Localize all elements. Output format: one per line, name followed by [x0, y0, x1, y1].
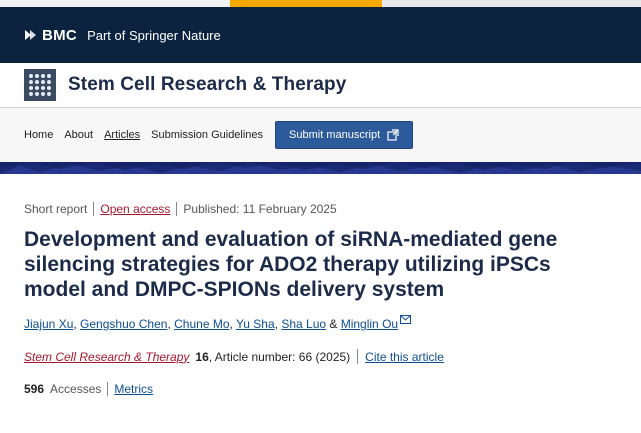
nav-articles[interactable]: Articles [104, 129, 140, 141]
citation-volume: 16 [195, 349, 209, 364]
author-link[interactable]: Chune Mo [174, 317, 229, 331]
author-link[interactable]: Yu Sha [236, 317, 275, 331]
citation-details: , Article number: 66 (2025) [208, 349, 351, 364]
bmc-text: BMC [42, 26, 78, 44]
bmc-chevron-icon [25, 30, 36, 40]
nav-home[interactable]: Home [24, 129, 53, 141]
metrics-row: 596 Accesses Metrics [24, 382, 624, 396]
article-meta: Short report Open access Published: 11 F… [24, 202, 624, 216]
article-type: Short report [24, 202, 88, 216]
author-link[interactable]: Gengshuo Chen [80, 317, 167, 331]
nav-submission-guidelines[interactable]: Submission Guidelines [151, 129, 263, 141]
top-ad-strip [0, 0, 641, 7]
springer-nature-tagline: Part of Springer Nature [87, 27, 221, 43]
banner-pattern [0, 162, 641, 174]
email-icon[interactable] [400, 315, 412, 324]
bmc-logo[interactable]: BMC [24, 27, 77, 44]
author-link[interactable]: Sha Luo [281, 317, 326, 331]
open-access-link[interactable]: Open access [100, 202, 170, 216]
metrics-link[interactable]: Metrics [114, 382, 153, 396]
journal-header: Stem Cell Research & Therapy [0, 63, 641, 108]
citation-journal-link[interactable]: Stem Cell Research & Therapy [24, 350, 189, 364]
cite-this-article-link[interactable]: Cite this article [365, 350, 444, 364]
metrics-divider [107, 382, 109, 396]
author-list: Jiajun Xu, Gengshuo Chen, Chune Mo, Yu S… [24, 315, 624, 331]
journal-nav: Home About Articles Submission Guideline… [0, 108, 641, 162]
nav-about[interactable]: About [64, 129, 93, 141]
accesses-count: 596 [24, 382, 45, 396]
journal-logo-icon[interactable] [24, 69, 56, 101]
author-separator-last: & [326, 317, 341, 331]
decorative-banner [0, 162, 641, 174]
meta-divider [176, 202, 178, 216]
article-title: Development and evaluation of siRNA-medi… [24, 228, 558, 301]
journal-title[interactable]: Stem Cell Research & Therapy [68, 74, 346, 96]
citation-row: Stem Cell Research & Therapy 16 , Articl… [24, 349, 624, 364]
accesses-label: Accesses [50, 382, 102, 396]
article-header: Short report Open access Published: 11 F… [24, 202, 624, 396]
publisher-bar: BMC Part of Springer Nature [0, 7, 641, 63]
meta-divider [93, 202, 95, 216]
author-link[interactable]: Jiajun Xu [24, 317, 73, 331]
ad-banner-gray[interactable] [382, 0, 641, 7]
submit-manuscript-label: Submit manuscript [289, 129, 381, 141]
citation-divider [357, 349, 359, 364]
published-date: Published: 11 February 2025 [183, 202, 337, 216]
author-link[interactable]: Minglin Ou [341, 317, 398, 331]
external-link-icon [387, 129, 399, 141]
ad-banner-yellow[interactable] [230, 0, 382, 7]
submit-manuscript-button[interactable]: Submit manuscript [275, 121, 414, 149]
